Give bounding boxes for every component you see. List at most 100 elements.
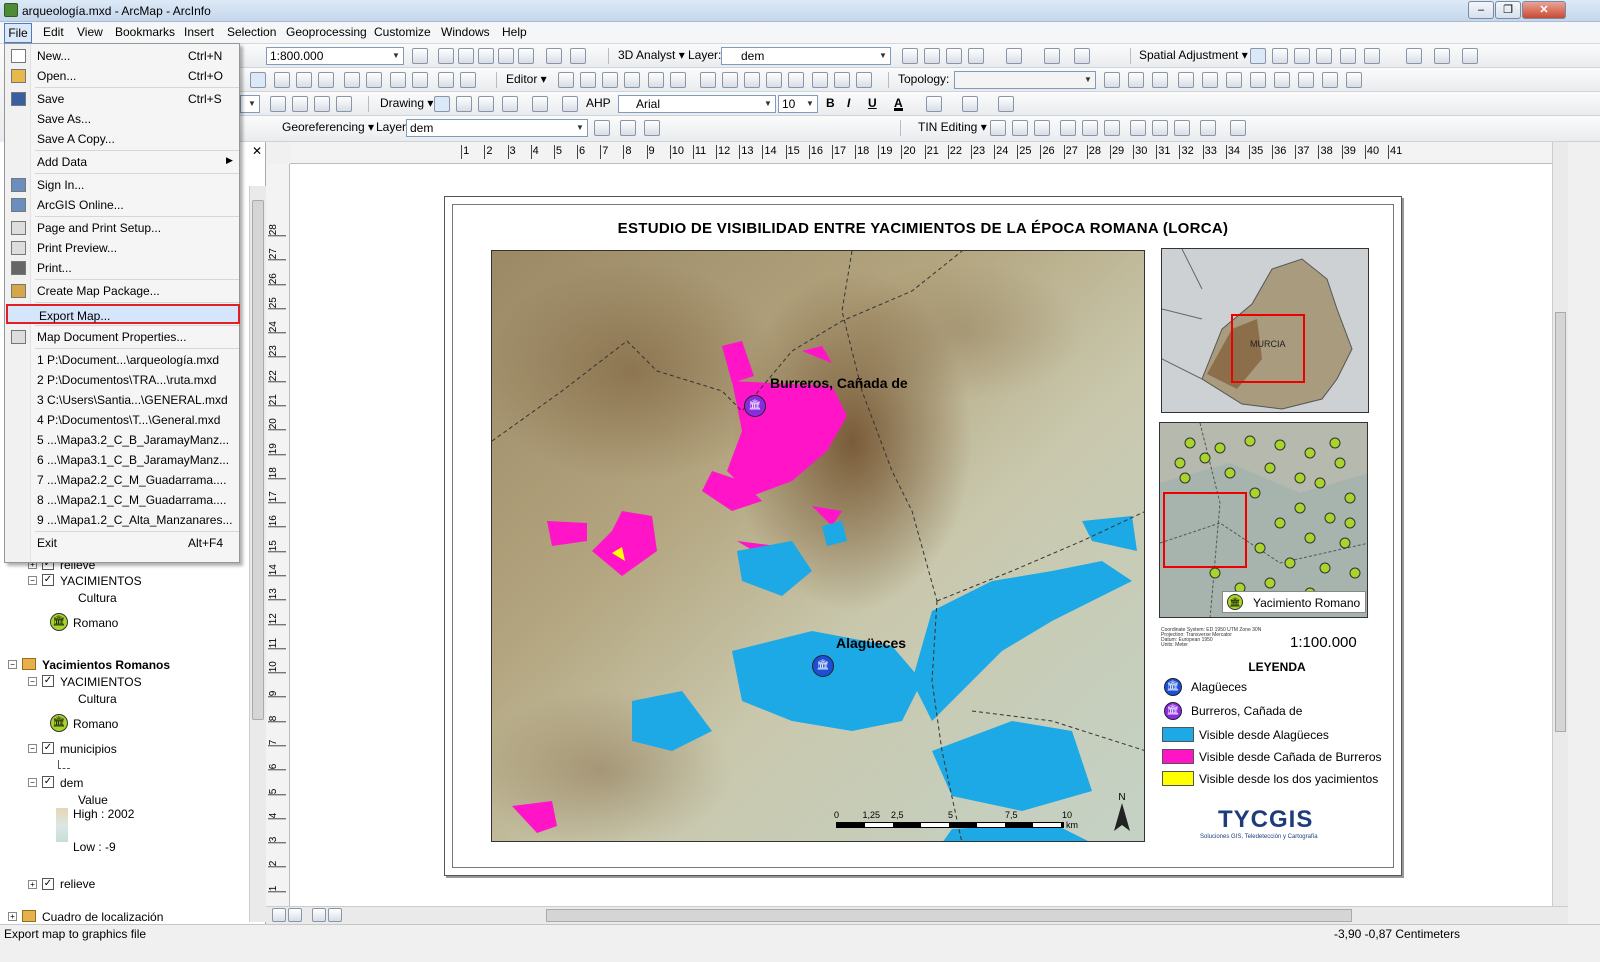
line-of-sight-icon[interactable]	[946, 48, 962, 64]
tin-node-height-icon[interactable]	[1152, 120, 1168, 136]
group-cuadro-localizacion[interactable]: Cuadro de localización	[42, 910, 163, 924]
straight-segment-icon[interactable]	[602, 72, 618, 88]
zoom-100-icon[interactable]	[292, 96, 308, 112]
tin-delete-node-icon[interactable]	[1060, 120, 1076, 136]
model-builder-icon[interactable]	[546, 48, 562, 64]
menu-item-6-mapa3-1-c-b-jaramaymanz[interactable]: 6 ...\Mapa3.1_C_B_JaramayManz...	[6, 450, 238, 470]
planarize-icon[interactable]	[1274, 72, 1290, 88]
site-burreros-symbol-icon[interactable]: 🏛	[744, 395, 766, 417]
menu-edit[interactable]: Edit	[43, 25, 64, 39]
search-window-icon[interactable]	[498, 48, 514, 64]
map-scale-combo[interactable]: 1:800.000 ▼	[266, 47, 404, 65]
identify-icon[interactable]	[274, 72, 290, 88]
generalize-icon[interactable]	[1346, 72, 1362, 88]
menu-selection[interactable]: Selection	[227, 25, 276, 39]
show-shared-features-icon[interactable]	[1152, 72, 1168, 88]
align-edge-icon[interactable]	[1322, 72, 1338, 88]
reshape-icon[interactable]	[722, 72, 738, 88]
layer-yacimientos[interactable]: YACIMIENTOS	[60, 574, 142, 588]
layout-zoom-icon[interactable]	[412, 48, 428, 64]
menu-windows[interactable]: Windows	[441, 25, 490, 39]
3d-analyst-menu[interactable]: 3D Analyst ▾	[618, 48, 685, 64]
drawing-menu[interactable]: Drawing ▾	[380, 96, 433, 112]
underline-button[interactable]: U	[868, 96, 877, 112]
collapse-icon[interactable]: −	[28, 744, 37, 753]
main-map-frame[interactable]: Burreros, Cañada de 🏛 Alagüeces 🏛	[491, 250, 1145, 842]
hyperlink-icon[interactable]	[296, 72, 312, 88]
edit-tool-icon[interactable]	[558, 72, 574, 88]
menu-item-8-mapa2-1-c-m-guadarrama[interactable]: 8 ...\Mapa2.1_C_M_Guadarrama....	[6, 490, 238, 510]
toc-close-icon[interactable]: ✕	[252, 144, 262, 158]
site-alagueces-symbol-icon[interactable]: 🏛	[812, 655, 834, 677]
attribute-transfer-icon[interactable]	[1406, 48, 1422, 64]
modify-link-icon[interactable]	[1294, 48, 1310, 64]
rotate-icon[interactable]	[788, 72, 804, 88]
layer-yacimientos-2[interactable]: YACIMIENTOS	[60, 675, 142, 689]
menu-item-create-map-package[interactable]: Create Map Package...	[6, 281, 238, 301]
rotate-element-icon[interactable]	[456, 96, 472, 112]
catalog-icon[interactable]	[478, 48, 494, 64]
tin-delete-tag-icon[interactable]	[1200, 120, 1216, 136]
layout-view-icon[interactable]	[288, 908, 302, 922]
yacimientos-checkbox[interactable]: ✓	[42, 574, 54, 586]
view-link-table-icon[interactable]	[1340, 48, 1356, 64]
tin-delete-edge-icon[interactable]	[1082, 120, 1098, 136]
layout-zoom-combo[interactable]: ▼	[240, 95, 260, 113]
geo-layer-combo[interactable]: dem ▼	[406, 119, 588, 137]
trace-icon[interactable]	[648, 72, 664, 88]
horizontal-scroll-thumb[interactable]	[546, 909, 1352, 922]
dem-checkbox[interactable]: ✓	[42, 776, 54, 788]
tin-interpolate-icon[interactable]	[1230, 120, 1246, 136]
goto-xy-icon[interactable]	[412, 72, 428, 88]
tin-flip-edge-icon[interactable]	[1104, 120, 1120, 136]
steepest-path-icon[interactable]	[924, 48, 940, 64]
spatial-adjustment-menu[interactable]: Spatial Adjustment ▾	[1139, 48, 1248, 64]
ahp-button[interactable]: AHP	[586, 96, 611, 112]
tin-move-node-icon[interactable]	[1130, 120, 1146, 136]
maximize-button[interactable]: ❐	[1495, 1, 1521, 19]
validate-topology-icon[interactable]	[1178, 72, 1194, 88]
menu-file[interactable]: File	[4, 23, 32, 43]
edit-vertices-draw-icon[interactable]	[562, 96, 578, 112]
layer-combo[interactable]: dem ▼	[721, 47, 891, 65]
menu-item-new[interactable]: New... Ctrl+N	[6, 46, 238, 66]
menu-item-2-p-documentos-tra-ruta-mxd[interactable]: 2 P:\Documentos\TRA...\ruta.mxd	[6, 370, 238, 390]
menu-item-arcgis-online[interactable]: ArcGIS Online...	[6, 195, 238, 215]
zoom-to-selected-icon[interactable]	[478, 96, 494, 112]
adjustment-preview-icon[interactable]	[1364, 48, 1380, 64]
overview-map-murcia[interactable]: MURCIA	[1161, 248, 1369, 413]
menu-item-3-c-users-santia-general-mxd[interactable]: 3 C:\Users\Santia...\GENERAL.mxd	[6, 390, 238, 410]
menu-item-add-data[interactable]: Add Data ▶	[6, 152, 238, 172]
menu-item-print-preview[interactable]: Print Preview...	[6, 238, 238, 258]
tin-add-polygon-icon[interactable]	[1034, 120, 1050, 136]
point-icon[interactable]	[670, 72, 686, 88]
tin-add-line-icon[interactable]	[1012, 120, 1028, 136]
menu-geoprocessing[interactable]: Geoprocessing	[286, 25, 367, 39]
municipios-checkbox[interactable]: ✓	[42, 742, 54, 754]
menu-insert[interactable]: Insert	[184, 25, 214, 39]
expand-icon[interactable]: +	[28, 880, 37, 889]
select-elements-pointer-icon[interactable]	[434, 96, 450, 112]
change-layout-icon[interactable]	[336, 96, 352, 112]
select-features-icon[interactable]	[250, 72, 266, 88]
font-combo[interactable]: Arial ▼	[618, 95, 776, 113]
view-link-table-georef-icon[interactable]	[644, 120, 660, 136]
group-yacimientos-romanos[interactable]: Yacimientos Romanos	[42, 658, 170, 672]
new-displacement-link-icon[interactable]	[1272, 48, 1288, 64]
text-icon[interactable]	[532, 96, 548, 112]
menu-item-7-mapa2-2-c-m-guadarrama[interactable]: 7 ...\Mapa2.2_C_M_Guadarrama....	[6, 470, 238, 490]
toc-scroll-thumb[interactable]	[252, 200, 264, 720]
layer-relieve-2[interactable]: relieve	[60, 877, 95, 891]
map-topology-icon[interactable]	[1104, 72, 1120, 88]
profile-graph-icon[interactable]	[968, 48, 984, 64]
attributes-icon[interactable]	[812, 72, 828, 88]
split-icon[interactable]	[766, 72, 782, 88]
interpolate-icon[interactable]	[1006, 48, 1022, 64]
construct-features-icon[interactable]	[1250, 72, 1266, 88]
layer-dem[interactable]: dem	[60, 776, 83, 790]
menu-item-sign-in[interactable]: Sign In...	[6, 175, 238, 195]
collapse-icon[interactable]: −	[28, 677, 37, 686]
fix-topology-error-icon[interactable]	[1202, 72, 1218, 88]
measure-icon[interactable]	[344, 72, 360, 88]
layout-scroll-thumb[interactable]	[1555, 312, 1566, 732]
